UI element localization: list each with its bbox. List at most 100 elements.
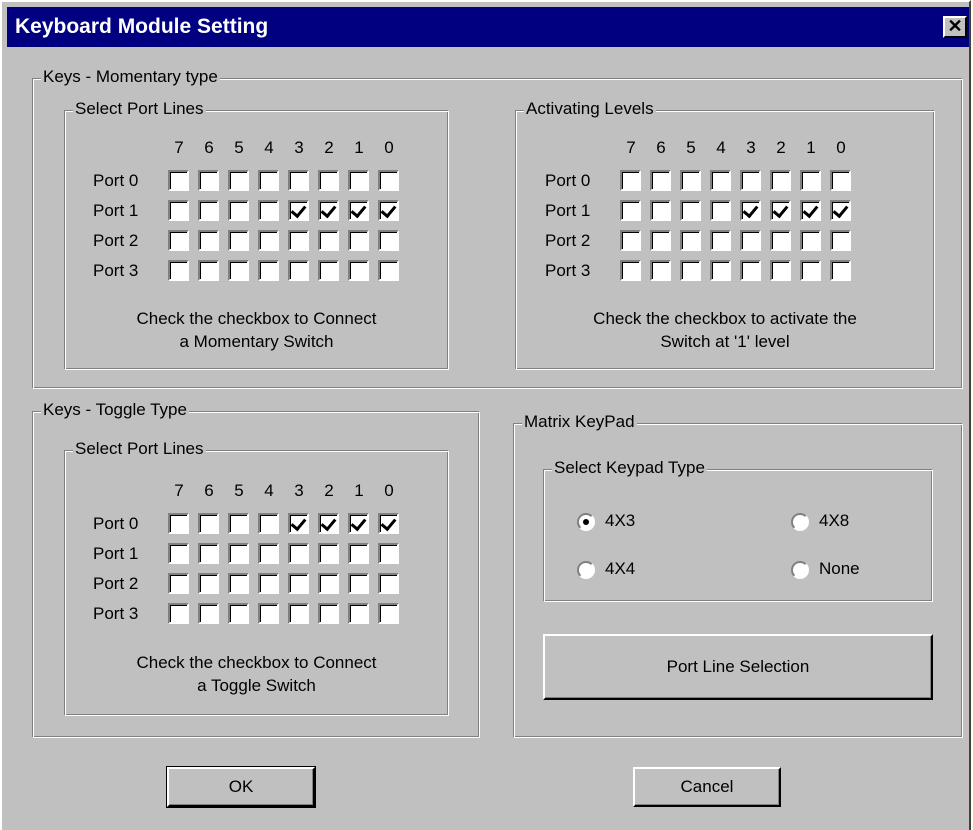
- toggle-select-port1-bit5-checkbox[interactable]: [228, 543, 249, 564]
- toggle-select-port1-bit0-checkbox[interactable]: [378, 543, 399, 564]
- activating-levels-port1-bit1-checkbox[interactable]: [800, 200, 821, 221]
- ok-button[interactable]: OK: [166, 766, 316, 808]
- momentary-select-port2-bit3-checkbox[interactable]: [288, 230, 309, 251]
- activating-levels-port0-bit0-checkbox[interactable]: [830, 170, 851, 191]
- toggle-select-port3-bit6-checkbox[interactable]: [198, 603, 219, 624]
- toggle-select-port1-bit1-checkbox[interactable]: [348, 543, 369, 564]
- toggle-select-port3-bit1-checkbox[interactable]: [348, 603, 369, 624]
- momentary-select-port2-bit0-checkbox[interactable]: [378, 230, 399, 251]
- toggle-select-port0-bit5-checkbox[interactable]: [228, 513, 249, 534]
- momentary-select-port0-bit6-checkbox[interactable]: [198, 170, 219, 191]
- momentary-select-port3-bit3-checkbox[interactable]: [288, 260, 309, 281]
- radio-4x3-label[interactable]: 4X3: [605, 511, 635, 531]
- activating-levels-port0-bit4-checkbox[interactable]: [710, 170, 731, 191]
- toggle-select-port0-bit6-checkbox[interactable]: [198, 513, 219, 534]
- toggle-select-port0-bit3-checkbox[interactable]: [288, 513, 309, 534]
- momentary-select-port2-bit7-checkbox[interactable]: [168, 230, 189, 251]
- momentary-select-port1-bit4-checkbox[interactable]: [258, 200, 279, 221]
- toggle-select-port2-bit0-checkbox[interactable]: [378, 573, 399, 594]
- toggle-select-port2-bit4-checkbox[interactable]: [258, 573, 279, 594]
- toggle-select-port0-bit1-checkbox[interactable]: [348, 513, 369, 534]
- activating-levels-port0-bit6-checkbox[interactable]: [650, 170, 671, 191]
- toggle-select-port1-bit4-checkbox[interactable]: [258, 543, 279, 564]
- toggle-select-port0-bit7-checkbox[interactable]: [168, 513, 189, 534]
- toggle-select-port1-bit3-checkbox[interactable]: [288, 543, 309, 564]
- toggle-select-port1-bit6-checkbox[interactable]: [198, 543, 219, 564]
- activating-levels-port3-bit1-checkbox[interactable]: [800, 260, 821, 281]
- activating-levels-port0-bit5-checkbox[interactable]: [680, 170, 701, 191]
- momentary-select-port3-bit2-checkbox[interactable]: [318, 260, 339, 281]
- toggle-select-port0-bit0-checkbox[interactable]: [378, 513, 399, 534]
- momentary-select-port3-bit0-checkbox[interactable]: [378, 260, 399, 281]
- activating-levels-port3-bit0-checkbox[interactable]: [830, 260, 851, 281]
- momentary-select-port2-bit5-checkbox[interactable]: [228, 230, 249, 251]
- activating-levels-port3-bit4-checkbox[interactable]: [710, 260, 731, 281]
- activating-levels-port2-bit6-checkbox[interactable]: [650, 230, 671, 251]
- radio-none-label[interactable]: None: [819, 559, 860, 579]
- momentary-select-port2-bit2-checkbox[interactable]: [318, 230, 339, 251]
- momentary-select-port1-bit7-checkbox[interactable]: [168, 200, 189, 221]
- radio-4x4[interactable]: [577, 561, 595, 579]
- momentary-select-port0-bit3-checkbox[interactable]: [288, 170, 309, 191]
- momentary-select-port0-bit7-checkbox[interactable]: [168, 170, 189, 191]
- momentary-select-port3-bit5-checkbox[interactable]: [228, 260, 249, 281]
- momentary-select-port0-bit5-checkbox[interactable]: [228, 170, 249, 191]
- toggle-select-port3-bit0-checkbox[interactable]: [378, 603, 399, 624]
- activating-levels-port0-bit7-checkbox[interactable]: [620, 170, 641, 191]
- momentary-select-port3-bit1-checkbox[interactable]: [348, 260, 369, 281]
- toggle-select-port3-bit3-checkbox[interactable]: [288, 603, 309, 624]
- activating-levels-port3-bit6-checkbox[interactable]: [650, 260, 671, 281]
- toggle-select-port0-bit4-checkbox[interactable]: [258, 513, 279, 534]
- toggle-select-port1-bit2-checkbox[interactable]: [318, 543, 339, 564]
- radio-4x8[interactable]: [791, 513, 809, 531]
- activating-levels-port2-bit2-checkbox[interactable]: [770, 230, 791, 251]
- activating-levels-port1-bit6-checkbox[interactable]: [650, 200, 671, 221]
- toggle-select-port3-bit7-checkbox[interactable]: [168, 603, 189, 624]
- activating-levels-port1-bit3-checkbox[interactable]: [740, 200, 761, 221]
- radio-none[interactable]: [791, 561, 809, 579]
- activating-levels-port1-bit5-checkbox[interactable]: [680, 200, 701, 221]
- momentary-select-port0-bit0-checkbox[interactable]: [378, 170, 399, 191]
- activating-levels-port2-bit3-checkbox[interactable]: [740, 230, 761, 251]
- activating-levels-port1-bit4-checkbox[interactable]: [710, 200, 731, 221]
- toggle-select-port2-bit5-checkbox[interactable]: [228, 573, 249, 594]
- title-bar[interactable]: Keyboard Module Setting ✕: [7, 7, 969, 47]
- port-line-selection-button[interactable]: Port Line Selection: [543, 634, 933, 700]
- toggle-select-port3-bit4-checkbox[interactable]: [258, 603, 279, 624]
- activating-levels-port3-bit5-checkbox[interactable]: [680, 260, 701, 281]
- radio-4x3[interactable]: [577, 513, 595, 531]
- cancel-button[interactable]: Cancel: [633, 767, 781, 807]
- activating-levels-port1-bit7-checkbox[interactable]: [620, 200, 641, 221]
- momentary-select-port0-bit4-checkbox[interactable]: [258, 170, 279, 191]
- toggle-select-port3-bit5-checkbox[interactable]: [228, 603, 249, 624]
- toggle-select-port1-bit7-checkbox[interactable]: [168, 543, 189, 564]
- activating-levels-port2-bit4-checkbox[interactable]: [710, 230, 731, 251]
- activating-levels-port3-bit7-checkbox[interactable]: [620, 260, 641, 281]
- momentary-select-port2-bit6-checkbox[interactable]: [198, 230, 219, 251]
- momentary-select-port2-bit1-checkbox[interactable]: [348, 230, 369, 251]
- radio-4x8-label[interactable]: 4X8: [819, 511, 849, 531]
- activating-levels-port0-bit3-checkbox[interactable]: [740, 170, 761, 191]
- toggle-select-port0-bit2-checkbox[interactable]: [318, 513, 339, 534]
- toggle-select-port2-bit7-checkbox[interactable]: [168, 573, 189, 594]
- toggle-select-port2-bit3-checkbox[interactable]: [288, 573, 309, 594]
- toggle-select-port2-bit1-checkbox[interactable]: [348, 573, 369, 594]
- activating-levels-port2-bit7-checkbox[interactable]: [620, 230, 641, 251]
- momentary-select-port1-bit1-checkbox[interactable]: [348, 200, 369, 221]
- momentary-select-port1-bit6-checkbox[interactable]: [198, 200, 219, 221]
- radio-4x4-label[interactable]: 4X4: [605, 559, 635, 579]
- momentary-select-port0-bit1-checkbox[interactable]: [348, 170, 369, 191]
- momentary-select-port3-bit7-checkbox[interactable]: [168, 260, 189, 281]
- activating-levels-port3-bit3-checkbox[interactable]: [740, 260, 761, 281]
- momentary-select-port1-bit0-checkbox[interactable]: [378, 200, 399, 221]
- momentary-select-port0-bit2-checkbox[interactable]: [318, 170, 339, 191]
- momentary-select-port2-bit4-checkbox[interactable]: [258, 230, 279, 251]
- momentary-select-port1-bit2-checkbox[interactable]: [318, 200, 339, 221]
- activating-levels-port2-bit5-checkbox[interactable]: [680, 230, 701, 251]
- momentary-select-port3-bit4-checkbox[interactable]: [258, 260, 279, 281]
- activating-levels-port3-bit2-checkbox[interactable]: [770, 260, 791, 281]
- activating-levels-port0-bit1-checkbox[interactable]: [800, 170, 821, 191]
- activating-levels-port1-bit2-checkbox[interactable]: [770, 200, 791, 221]
- activating-levels-port1-bit0-checkbox[interactable]: [830, 200, 851, 221]
- activating-levels-port2-bit1-checkbox[interactable]: [800, 230, 821, 251]
